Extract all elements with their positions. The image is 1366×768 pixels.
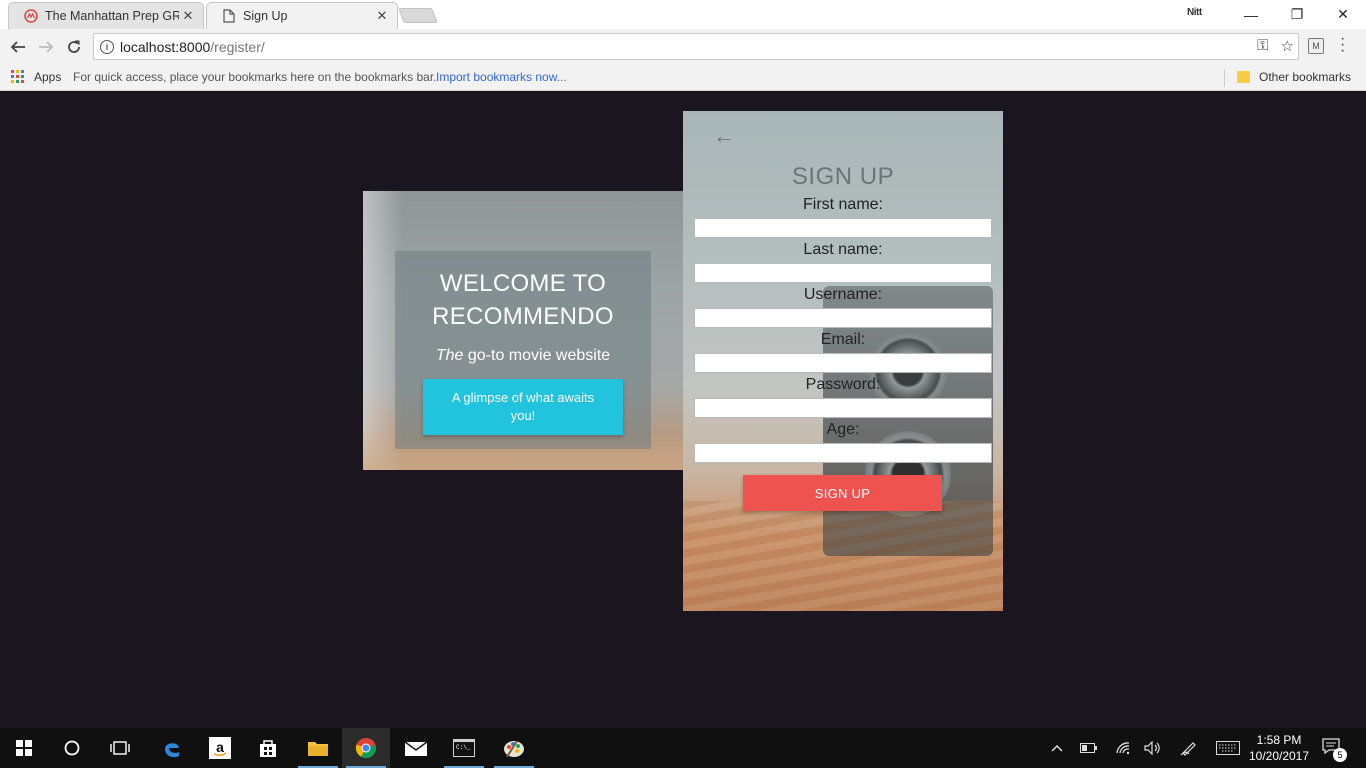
chrome-menu-icon[interactable]: · · ·: [1340, 31, 1345, 59]
profile-badge[interactable]: Nitt: [1187, 7, 1202, 18]
apps-grid-icon[interactable]: [11, 70, 24, 83]
close-tab-icon[interactable]: ✕: [179, 8, 197, 24]
welcome-card: WELCOME TO RECOMMENDO The go-to movie we…: [363, 191, 683, 470]
cortana-icon[interactable]: [48, 728, 96, 768]
file-explorer-icon[interactable]: [294, 728, 342, 768]
import-bookmarks-link[interactable]: Import bookmarks now...: [436, 70, 567, 84]
other-bookmarks-link[interactable]: Other bookmarks: [1259, 70, 1351, 84]
close-tab-icon[interactable]: ✕: [373, 8, 391, 24]
page-favicon-icon: [221, 8, 237, 24]
amazon-icon[interactable]: a: [196, 728, 244, 768]
address-bar[interactable]: i localhost:8000/register/ ⚿ ☆: [93, 33, 1299, 60]
subtitle-text: go-to movie website: [463, 347, 611, 364]
welcome-subtitle: The go-to movie website: [395, 347, 651, 365]
site-info-icon[interactable]: i: [100, 39, 114, 54]
notification-count-badge: 5: [1333, 748, 1347, 762]
paint-icon[interactable]: [490, 728, 538, 768]
close-window-button[interactable]: ✕: [1320, 0, 1366, 29]
windows-start-icon[interactable]: [0, 728, 48, 768]
folder-icon: [1237, 71, 1250, 83]
svg-text:C:\_: C:\_: [456, 744, 471, 751]
back-button[interactable]: [7, 36, 29, 58]
store-icon[interactable]: [244, 728, 292, 768]
email-label: Email:: [820, 331, 866, 348]
minimize-button[interactable]: —: [1228, 0, 1274, 29]
manhattan-prep-favicon-icon: [23, 8, 39, 24]
bookmarks-hint: For quick access, place your bookmarks h…: [73, 70, 437, 84]
first-name-label: First name:: [802, 196, 883, 213]
username-input[interactable]: [694, 308, 992, 328]
reload-icon: [68, 40, 80, 53]
tab-strip: The Manhattan Prep GRE ✕ Sign Up ✕ Nitt …: [0, 0, 1366, 29]
back-arrow-icon: [10, 41, 25, 53]
glimpse-button[interactable]: A glimpse of what awaits you!: [423, 379, 623, 435]
subtitle-emphasis: The: [435, 347, 464, 364]
url-path: /register/: [210, 38, 265, 55]
back-arrow-icon[interactable]: ←: [713, 123, 735, 149]
clock-date: 10/20/2017: [1248, 749, 1310, 763]
divider: [1224, 69, 1225, 87]
last-name-label: Last name:: [803, 241, 883, 258]
windows-taskbar: a C:\_ 1:58 PM 10/20/2017 5: [0, 728, 1366, 768]
wifi-icon[interactable]: [1112, 728, 1134, 768]
first-name-input[interactable]: [694, 218, 992, 238]
edge-icon[interactable]: [148, 728, 196, 768]
forward-arrow-icon: [39, 41, 54, 53]
chrome-icon[interactable]: [342, 728, 390, 768]
email-input[interactable]: [694, 353, 992, 373]
signup-submit-button[interactable]: SIGN UP: [743, 475, 942, 511]
show-hidden-icons-icon[interactable]: [1046, 728, 1068, 768]
tab-manhattan-prep[interactable]: The Manhattan Prep GRE ✕: [8, 2, 204, 29]
url-host: localhost:8000: [120, 38, 211, 55]
terminal-icon[interactable]: C:\_: [440, 728, 488, 768]
tab-title: The Manhattan Prep GRE: [45, 9, 179, 23]
welcome-title: WELCOME TO RECOMMENDO: [395, 267, 651, 333]
welcome-panel: WELCOME TO RECOMMENDO The go-to movie we…: [395, 251, 651, 449]
browser-toolbar: i localhost:8000/register/ ⚿ ☆ M · · ·: [0, 29, 1366, 65]
age-label: Age:: [826, 421, 860, 438]
forward-button[interactable]: [35, 36, 57, 58]
welcome-title-line2: RECOMMENDO: [432, 303, 614, 330]
last-name-input[interactable]: [694, 263, 992, 283]
window-controls: — ❐ ✕: [1228, 0, 1366, 29]
bookmarks-bar: Apps For quick access, place your bookma…: [0, 65, 1366, 91]
system-clock[interactable]: 1:58 PM 10/20/2017: [1246, 732, 1312, 764]
age-input[interactable]: [694, 443, 992, 463]
reload-button[interactable]: [63, 36, 85, 58]
wood-table-background: [683, 501, 1003, 611]
mail-icon[interactable]: [392, 728, 440, 768]
url-text: localhost:8000/register/: [120, 39, 265, 55]
pen-ink-icon[interactable]: [1178, 728, 1200, 768]
page-content: WELCOME TO RECOMMENDO The go-to movie we…: [0, 91, 1366, 728]
signup-card: ← SIGN UP First name: Last name: Usernam…: [683, 111, 1003, 611]
clock-time: 1:58 PM: [1256, 733, 1302, 747]
key-icon[interactable]: ⚿: [1257, 37, 1268, 55]
username-label: Username:: [803, 286, 883, 303]
signup-title: SIGN UP: [791, 163, 895, 190]
battery-icon[interactable]: [1078, 728, 1100, 768]
tab-title: Sign Up: [243, 9, 288, 23]
maximize-button[interactable]: ❐: [1274, 0, 1320, 29]
tab-sign-up[interactable]: Sign Up ✕: [206, 2, 398, 29]
volume-icon[interactable]: [1142, 728, 1164, 768]
task-view-icon[interactable]: [96, 728, 144, 768]
bookmark-star-icon[interactable]: ☆: [1281, 37, 1294, 55]
password-input[interactable]: [694, 398, 992, 418]
apps-link[interactable]: Apps: [34, 70, 61, 84]
new-tab-button[interactable]: [398, 8, 438, 23]
touch-keyboard-icon[interactable]: [1214, 728, 1242, 768]
extension-icon[interactable]: M: [1308, 38, 1324, 54]
welcome-title-line1: WELCOME TO: [439, 270, 607, 297]
password-label: Password:: [805, 376, 881, 393]
svg-text:a: a: [216, 739, 224, 755]
